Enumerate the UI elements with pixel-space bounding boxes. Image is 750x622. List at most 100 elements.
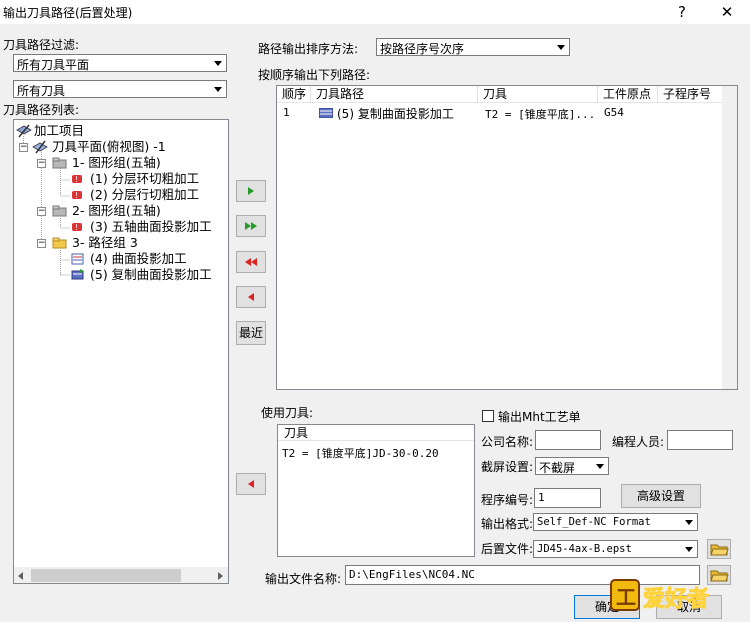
- open-folder-icon: [710, 544, 729, 556]
- window-title: 输出刀具路径(后置处理): [3, 6, 133, 20]
- add-all-button[interactable]: [236, 215, 266, 237]
- plane-filter-select[interactable]: 所有刀具平面: [13, 54, 227, 72]
- cutoff-label: 截屏设置:: [481, 460, 534, 474]
- svg-text:!: !: [75, 223, 78, 232]
- postfile-select[interactable]: JD45-4ax-B.epst: [533, 540, 698, 558]
- tree-group3-label[interactable]: 3- 路径组 3: [72, 234, 138, 251]
- tree-group1-label[interactable]: 1- 图形组(五轴): [72, 154, 161, 171]
- tree-item-5[interactable]: (5) 复制曲面投影加工: [90, 266, 212, 283]
- collapse-icon[interactable]: −: [37, 239, 46, 248]
- output-list-label: 按顺序输出下列路径:: [258, 68, 371, 82]
- prognum-input[interactable]: 1: [534, 488, 601, 508]
- double-arrow-left-icon: [245, 258, 257, 266]
- outfile-label: 输出文件名称:: [265, 572, 342, 586]
- collapse-icon[interactable]: −: [37, 159, 46, 168]
- outfile-value: D:\EngFiles\NC04.NC: [349, 568, 475, 581]
- group-icon: [52, 156, 68, 170]
- format-select[interactable]: Self_Def-NC Format: [533, 513, 698, 531]
- tool-plane-icon: [32, 140, 48, 154]
- tree-group2-label[interactable]: 2- 图形组(五轴): [72, 202, 161, 219]
- group-icon: [52, 204, 68, 218]
- row-tool: T2 = [锥度平底]...: [485, 108, 596, 121]
- tree-item-1[interactable]: (1) 分层环切粗加工: [90, 170, 199, 187]
- postfile-value: JD45-4ax-B.epst: [537, 543, 632, 555]
- format-label: 输出格式:: [481, 517, 534, 531]
- toolpath-icon: [70, 268, 86, 282]
- arrow-left-icon: [248, 480, 254, 488]
- remove-all-button[interactable]: [236, 251, 266, 273]
- table-row[interactable]: 1 (5) 复制曲面投影加工 T2 = [锥度平底]... G54: [277, 104, 721, 122]
- filter-label: 刀具路径过滤:: [3, 38, 80, 52]
- project-icon: [16, 124, 32, 138]
- tool-filter-select[interactable]: 所有刀具: [13, 80, 227, 98]
- sort-label: 路径输出排序方法:: [258, 42, 359, 56]
- chevron-down-icon: [682, 515, 696, 529]
- programmer-label: 编程人员:: [612, 435, 665, 449]
- col-origin[interactable]: 工件原点: [598, 86, 658, 102]
- toolpath-icon: [70, 252, 86, 266]
- scroll-thumb[interactable]: [31, 569, 181, 582]
- toolpath-tree[interactable]: 加工项目 − 刀具平面(俯视图) -1 − 1- 图形组(五轴) ! (1) 分…: [13, 119, 229, 584]
- toolpath-icon: !: [70, 172, 86, 186]
- chevron-down-icon: [593, 459, 607, 473]
- tree-root-label[interactable]: 加工项目: [34, 122, 84, 139]
- tree-item-4[interactable]: (4) 曲面投影加工: [90, 250, 187, 267]
- tree-hscrollbar[interactable]: [14, 567, 228, 583]
- toolpath-icon: [318, 107, 334, 119]
- tree-item-3[interactable]: (3) 五轴曲面投影加工: [90, 218, 212, 235]
- watermark-logo: 工 爱好者: [607, 574, 750, 619]
- tool-col-header[interactable]: 刀具: [278, 425, 474, 441]
- col-tool[interactable]: 刀具: [478, 86, 598, 102]
- remove-button[interactable]: [236, 286, 266, 308]
- col-subprog[interactable]: 子程序号: [658, 86, 723, 102]
- sort-select[interactable]: 按路径序号次序: [376, 38, 570, 56]
- browse-postfile-button[interactable]: [707, 539, 731, 559]
- cutoff-select[interactable]: 不截屏: [535, 457, 609, 475]
- svg-text:工: 工: [616, 585, 636, 609]
- collapse-icon[interactable]: −: [37, 207, 46, 216]
- company-label: 公司名称:: [481, 435, 534, 449]
- remove-tool-button[interactable]: [236, 473, 266, 495]
- chevron-down-icon: [211, 56, 225, 70]
- toolpath-icon: !: [70, 188, 86, 202]
- arrow-right-icon: [248, 187, 254, 195]
- tool-list[interactable]: 刀具 T2 = [锥度平底]JD-30-0.20: [277, 424, 475, 557]
- svg-text:!: !: [75, 191, 78, 200]
- arrow-left-icon: [248, 293, 254, 301]
- prognum-label: 程序编号:: [481, 493, 534, 507]
- company-input[interactable]: [535, 430, 601, 450]
- scroll-left-icon[interactable]: [16, 571, 26, 581]
- col-order[interactable]: 顺序: [277, 86, 311, 102]
- watermark-text: 爱好者: [643, 586, 709, 612]
- row-origin: G54: [604, 106, 624, 119]
- chevron-down-icon: [554, 40, 568, 54]
- tree-plane-label[interactable]: 刀具平面(俯视图) -1: [52, 138, 166, 155]
- plane-filter-value: 所有刀具平面: [17, 58, 90, 72]
- help-button[interactable]: ?: [669, 2, 695, 22]
- tool-row[interactable]: T2 = [锥度平底]JD-30-0.20: [282, 445, 439, 461]
- toolpath-list-label: 刀具路径列表:: [3, 103, 80, 117]
- format-value: Self_Def-NC Format: [537, 516, 651, 528]
- programmer-input[interactable]: [667, 430, 733, 450]
- chevron-down-icon: [682, 542, 696, 556]
- recent-button[interactable]: 最近: [236, 321, 266, 345]
- add-button[interactable]: [236, 180, 266, 202]
- output-path-list[interactable]: 顺序 刀具路径 刀具 工件原点 子程序号 1 (5) 复制曲面投影加工 T2 =…: [276, 85, 738, 390]
- advanced-settings-button[interactable]: 高级设置: [621, 484, 701, 508]
- close-button[interactable]: ✕: [714, 2, 740, 22]
- collapse-icon[interactable]: −: [19, 143, 28, 152]
- mht-label: 输出Mht工艺单: [498, 410, 581, 424]
- col-path[interactable]: 刀具路径: [311, 86, 478, 102]
- cutoff-value: 不截屏: [539, 461, 576, 475]
- folder-icon: [52, 236, 68, 250]
- tools-label: 使用刀具:: [261, 406, 314, 420]
- row-path: (5) 复制曲面投影加工: [337, 107, 454, 121]
- double-arrow-right-icon: [245, 222, 257, 230]
- list-vscrollbar[interactable]: [722, 86, 737, 389]
- scroll-right-icon[interactable]: [215, 571, 225, 581]
- tool-filter-value: 所有刀具: [17, 84, 66, 98]
- postfile-label: 后置文件:: [481, 542, 534, 556]
- tree-item-2[interactable]: (2) 分层行切粗加工: [90, 186, 199, 203]
- chevron-down-icon: [211, 82, 225, 96]
- mht-checkbox[interactable]: [482, 410, 494, 422]
